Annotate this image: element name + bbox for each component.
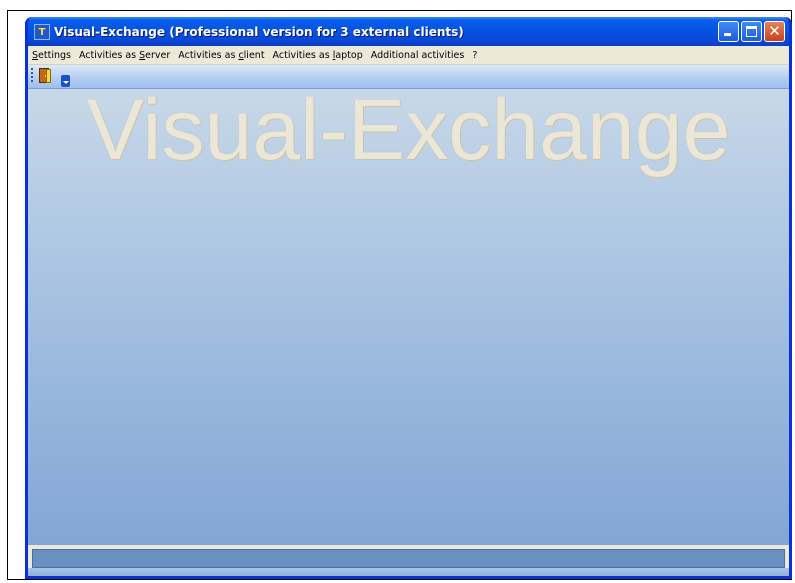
close-icon: ✕: [768, 22, 781, 40]
maximize-button[interactable]: [741, 21, 762, 42]
status-bar: [32, 549, 785, 568]
exit-button[interactable]: [36, 67, 56, 85]
toolbar-overflow-icon[interactable]: [61, 75, 70, 87]
watermark-logo-text: Visual-Exchange: [86, 89, 731, 178]
bottom-strip: [28, 568, 789, 576]
minimize-icon: [724, 33, 731, 36]
menu-activities-as-laptop[interactable]: Activities as laptop: [269, 50, 367, 61]
menu-activities-as-server[interactable]: Activities as Server: [75, 50, 174, 61]
toolbar-grip[interactable]: [31, 68, 33, 84]
maximize-icon: [746, 26, 757, 37]
close-button[interactable]: ✕: [764, 21, 785, 42]
main-window: T Visual-Exchange (Professional version …: [25, 17, 792, 579]
window-client-area: Settings Activities as Server Activities…: [28, 46, 789, 576]
menu-help[interactable]: ?: [468, 50, 481, 61]
toolbar: [28, 65, 789, 89]
menu-additional-activities[interactable]: Additional activities: [367, 50, 469, 61]
door-frame-icon: [46, 69, 51, 83]
title-bar[interactable]: T Visual-Exchange (Professional version …: [28, 17, 789, 46]
minimize-button[interactable]: [718, 21, 739, 42]
window-controls: ✕: [718, 21, 785, 42]
mdi-background: Visual-Exchange: [28, 89, 789, 545]
app-icon[interactable]: T: [34, 23, 50, 40]
menu-settings[interactable]: Settings: [28, 50, 75, 61]
menu-bar: Settings Activities as Server Activities…: [28, 46, 789, 65]
window-title: Visual-Exchange (Professional version fo…: [54, 24, 464, 39]
menu-activities-as-client[interactable]: Activities as client: [174, 50, 268, 61]
